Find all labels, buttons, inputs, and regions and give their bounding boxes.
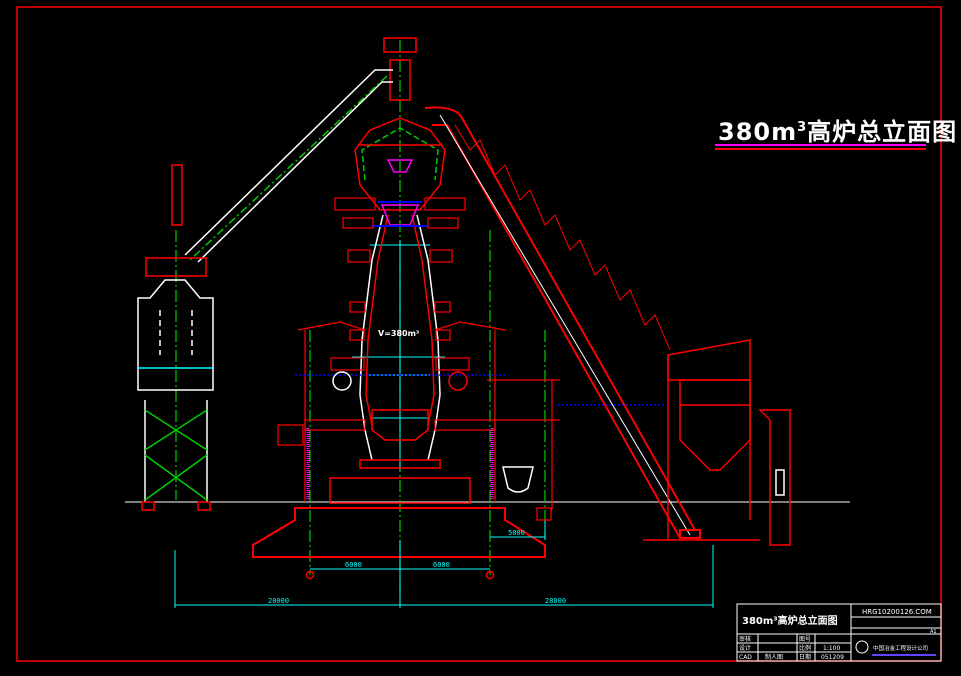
tb-scale: 1:100 xyxy=(823,645,840,652)
tb-date: 051209 xyxy=(821,654,844,661)
tb-code: HRG10200126.COM xyxy=(862,608,932,616)
title-sup: 3 xyxy=(797,120,808,135)
foundation xyxy=(252,507,546,558)
tb-label-2: CAD xyxy=(739,654,752,661)
drawing-border xyxy=(16,6,942,662)
drawing-title: 380m3高炉总立面图 xyxy=(718,112,957,147)
tb-value-2: 制人图 xyxy=(765,653,783,661)
dim-left-total: 20000 xyxy=(268,597,289,605)
tb-label2-1: 比例 xyxy=(799,644,811,652)
dimension-labels: 20000 28000 6000 6000 5000 xyxy=(268,529,566,605)
tb-label-1: 设计 xyxy=(739,644,751,652)
tb-sheet: A1 xyxy=(930,629,937,635)
volume-label: V=380m³ xyxy=(378,329,420,338)
title-main: 380m xyxy=(718,118,798,146)
tb-label2-2: 日期 xyxy=(799,653,811,661)
tb-label-0: 审核 xyxy=(739,635,751,643)
dim-right-total: 28000 xyxy=(545,597,566,605)
tb-label2-0: 图号 xyxy=(799,636,811,643)
dim-left-found: 6000 xyxy=(345,561,362,569)
tb-drawing-name: 380m³高炉总立面图 xyxy=(742,614,838,627)
gas-downcomer xyxy=(184,69,393,263)
dim-right-edge: 5000 xyxy=(508,529,525,537)
cad-drawing: 20000 28000 6000 6000 5000 V=380m³ 380m³… xyxy=(16,6,942,662)
ladle xyxy=(502,466,534,493)
stockhouse xyxy=(643,339,791,546)
tb-company: 中国冶金工程设计公司 xyxy=(873,644,928,652)
centerlines xyxy=(175,40,546,600)
title-rest: 高炉总立面图 xyxy=(807,118,958,146)
dim-right-found: 6000 xyxy=(433,561,450,569)
